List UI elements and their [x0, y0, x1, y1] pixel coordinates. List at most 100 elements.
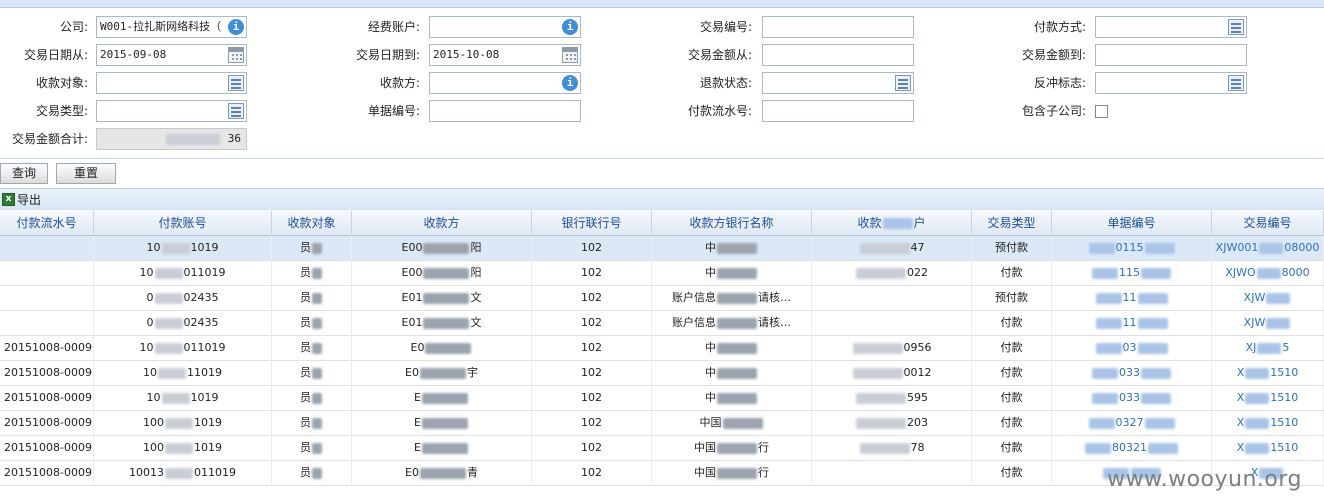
table-cell: 中 — [652, 361, 812, 386]
export-toolbar: x 导出 — [0, 188, 1324, 210]
table-cell: 47 — [812, 236, 972, 261]
filter-row-5: 交易金额合计: 36 — [0, 128, 1324, 152]
cell-text: 青 — [466, 466, 478, 479]
info-icon[interactable]: i — [562, 19, 578, 35]
cell-text: 102 — [581, 391, 602, 404]
list-icon[interactable] — [228, 75, 244, 91]
cell-text: 203 — [907, 416, 928, 429]
info-icon[interactable]: i — [562, 75, 578, 91]
transaction-type-field[interactable] — [96, 100, 247, 122]
reset-button[interactable]: 重置 — [56, 163, 116, 184]
table-cell: 11 — [1052, 311, 1212, 336]
table-cell: 102 — [532, 461, 652, 486]
cell-text: E00 — [401, 241, 423, 254]
column-header[interactable]: 收款方银行名称 — [652, 211, 812, 236]
date-to-field[interactable]: 2015-10-08 — [429, 44, 581, 66]
column-header[interactable]: 单据编号 — [1052, 211, 1212, 236]
excel-icon[interactable]: x — [2, 193, 15, 206]
table-row[interactable]: 20151008-0009 10 11019 员 E0 宇 102 中 0012 付款 033 X 15… — [0, 361, 1324, 386]
redacted-mask — [882, 218, 913, 229]
include-subsidiary-checkbox[interactable] — [1095, 105, 1108, 118]
redacted-mask — [1085, 442, 1111, 454]
list-icon[interactable] — [1228, 75, 1244, 91]
table-cell: 员 — [272, 361, 352, 386]
table-cell: X 1510 — [1212, 436, 1324, 461]
table-cell: 102 — [532, 361, 652, 386]
query-button[interactable]: 查询 — [0, 163, 48, 184]
list-icon[interactable] — [1228, 19, 1244, 35]
column-header[interactable]: 交易类型 — [972, 211, 1052, 236]
table-row[interactable]: 20151008-0009 10 011019 员 E0 102 中 0956 付款 03 XJ 5 — [0, 336, 1324, 361]
redacted-mask — [717, 342, 757, 354]
table-row[interactable]: 0 02435 员 E01 文 102 账户信息 请核… 付款 11 XJW — [0, 311, 1324, 336]
column-header[interactable]: 付款账号 — [94, 211, 272, 236]
company-label: 公司: — [59, 20, 88, 34]
table-cell: E0 宇 — [352, 361, 532, 386]
amount-from-field[interactable] — [762, 44, 914, 66]
cell-text: 请核… — [758, 316, 791, 329]
table-cell: 员 — [272, 461, 352, 486]
payee-field[interactable]: i — [429, 72, 581, 94]
cell-text: 8000 — [1281, 266, 1310, 279]
filter-form: 公司: W001-拉扎斯网络科技（ i 经费账户: i 交易编号: 付款方式: … — [0, 10, 1324, 156]
column-header[interactable]: 付款流水号 — [0, 211, 94, 236]
calendar-icon[interactable] — [228, 47, 244, 63]
filter-row-4: 交易类型: 单据编号: 付款流水号: 包含子公司: — [0, 100, 1324, 124]
table-row[interactable]: 10 011019 员 E00 阳 102 中 022 付款 115 XJWO 8000 — [0, 261, 1324, 286]
column-header[interactable]: 收款户 — [812, 211, 972, 236]
redacted-mask — [421, 442, 468, 454]
cell-text: 预付款 — [995, 241, 1028, 254]
payment-method-field[interactable] — [1095, 16, 1247, 38]
redacted-mask — [312, 292, 322, 304]
expense-account-field[interactable]: i — [429, 16, 581, 38]
company-field[interactable]: W001-拉扎斯网络科技（ i — [96, 16, 247, 38]
table-row[interactable]: 20151008-0009 100 1019 员 E 102 中国 203 付款 0327 X 151… — [0, 411, 1324, 436]
table-cell: 付款 — [972, 461, 1052, 486]
cell-text: 中 — [705, 391, 716, 404]
refund-status-field[interactable] — [762, 72, 914, 94]
list-icon[interactable] — [895, 75, 911, 91]
redacted-mask — [419, 367, 466, 379]
grid-header: 付款流水号 付款账号 收款对象 收款方 银行联行号 收款方银行名称 收款户交易类型 单据编号交… — [0, 211, 1324, 236]
cell-text: 033 — [1119, 366, 1140, 379]
redacted-mask — [1088, 417, 1115, 429]
amount-to-field[interactable] — [1095, 44, 1247, 66]
list-icon[interactable] — [228, 103, 244, 119]
column-header[interactable]: 银行联行号 — [532, 211, 652, 236]
column-header[interactable]: 收款对象 — [272, 211, 352, 236]
table-cell: 100 1019 — [94, 436, 272, 461]
table-cell: 0 02435 — [94, 286, 272, 311]
table-row[interactable]: 20151008-0009 10 1019 员 E 102 中 595 付款 033 X 1510 — [0, 386, 1324, 411]
document-no-field[interactable] — [429, 100, 581, 122]
cell-text: 员 — [300, 366, 311, 379]
cell-text: E00 — [401, 266, 423, 279]
reversal-flag-field[interactable] — [1095, 72, 1247, 94]
table-cell: 中国 — [652, 411, 812, 436]
column-header[interactable]: 交易编号 — [1212, 211, 1324, 236]
table-cell: 203 — [812, 411, 972, 436]
table-row[interactable]: 0 02435 员 E01 文 102 账户信息 请核… 预付款 11 XJW — [0, 286, 1324, 311]
table-cell: 595 — [812, 386, 972, 411]
cell-text: 20151008-0009 — [4, 366, 92, 379]
calendar-icon[interactable] — [562, 47, 578, 63]
redacted-mask — [312, 442, 322, 454]
table-cell: 付款 — [972, 386, 1052, 411]
info-icon[interactable]: i — [228, 19, 244, 35]
table-cell: E — [352, 386, 532, 411]
table-cell: 0 02435 — [94, 311, 272, 336]
table-cell: 20151008-0009 — [0, 386, 94, 411]
column-header[interactable]: 收款方 — [352, 211, 532, 236]
table-cell: 10 11019 — [94, 361, 272, 386]
cell-text: 10 — [143, 366, 157, 379]
cell-text: E0 — [410, 341, 425, 354]
redacted-mask — [1256, 267, 1281, 279]
export-button[interactable]: 导出 — [17, 192, 41, 208]
payee-target-field[interactable] — [96, 72, 247, 94]
table-row[interactable]: 10 1019 员 E00 阳 102 中 47 预付款 0115 XJW001 08000 — [0, 236, 1324, 261]
cell-text: 115 — [1119, 266, 1140, 279]
transaction-no-field[interactable] — [762, 16, 914, 38]
date-from-field[interactable]: 2015-09-08 — [96, 44, 247, 66]
reversal-flag-label: 反冲标志: — [1033, 76, 1086, 90]
payment-serial-field[interactable] — [762, 100, 914, 122]
table-row[interactable]: 20151008-0009 100 1019 员 E 102 中国 行 78 付款 80321 X 15… — [0, 436, 1324, 461]
